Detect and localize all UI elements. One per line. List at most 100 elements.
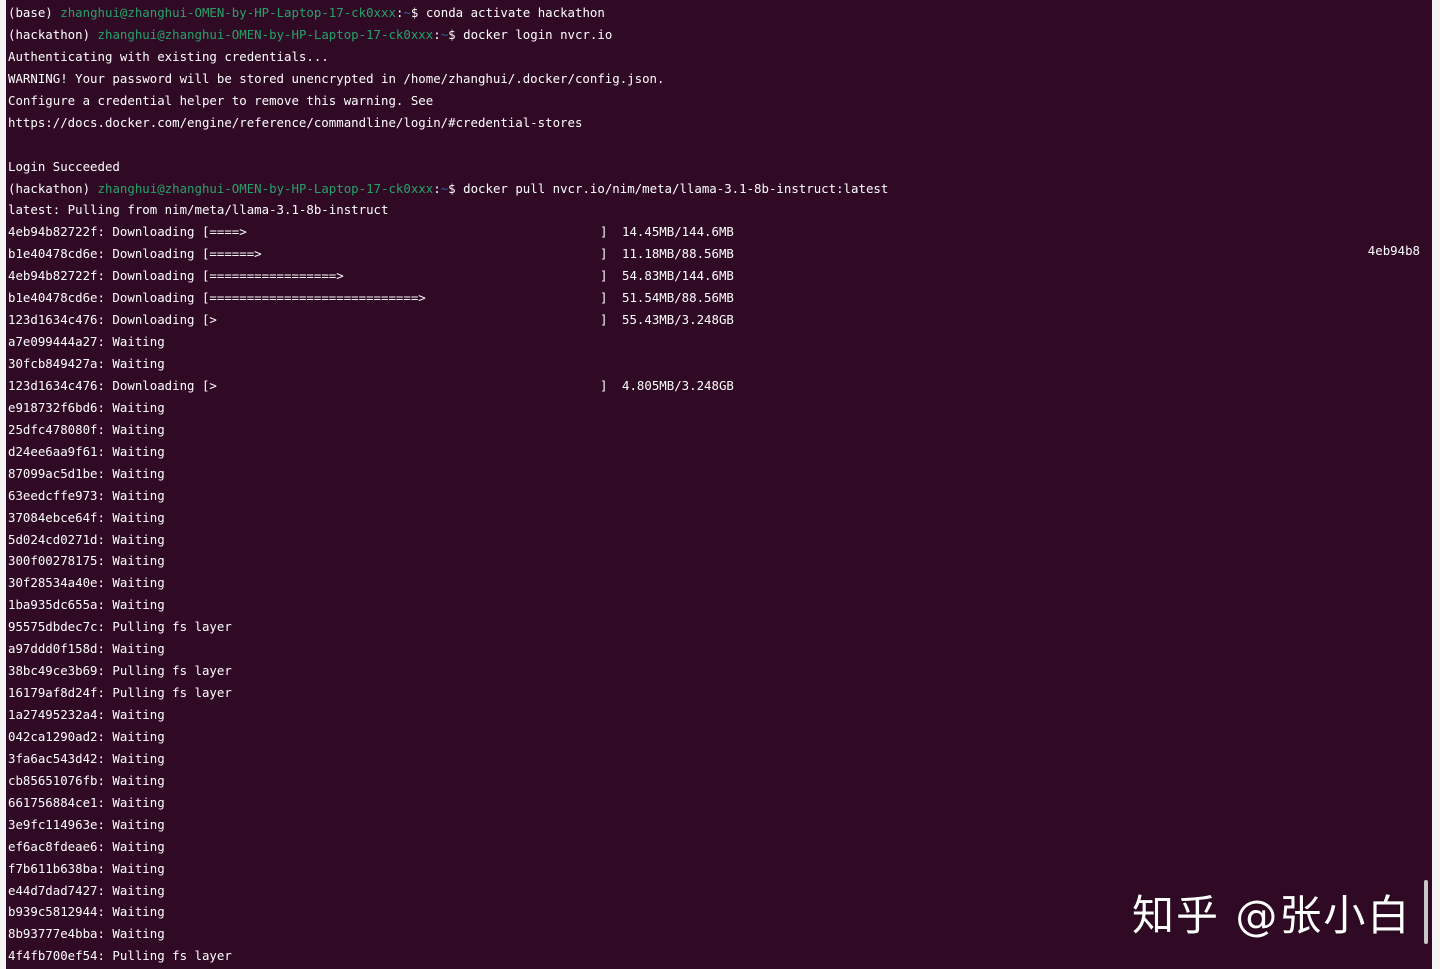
output-text: 25dfc478080f: Waiting: [8, 421, 165, 437]
command-text: conda activate hackathon: [425, 5, 605, 20]
output-text: d24ee6aa9f61: Waiting: [8, 443, 165, 459]
output-line: 3e9fc114963e: Waiting: [8, 814, 888, 836]
download-size: 55.43MB/3.248GB: [622, 312, 734, 328]
user-host: zhanghui@zhanghui-OMEN-by-HP-Laptop-17-c…: [60, 5, 396, 20]
watermark: 知乎 @张小白: [1132, 891, 1412, 940]
output-text: f7b611b638ba: Waiting: [8, 860, 165, 876]
command-text: docker pull nvcr.io/nim/meta/llama-3.1-8…: [463, 180, 889, 196]
output-text: 38bc49ce3b69: Pulling fs layer: [8, 663, 232, 679]
output-text: e918732f6bd6: Waiting: [8, 399, 165, 415]
layer-status: 123d1634c476: Downloading [: [8, 377, 210, 393]
progress-line: b1e40478cd6e: Downloading [======>] 11.18…: [8, 243, 888, 265]
output-text: 30f28534a40e: Waiting: [8, 575, 165, 591]
progress-bar-end: ]: [600, 246, 608, 262]
output-line: 25dfc478080f: Waiting: [8, 419, 888, 441]
output-line: 8b93777e4bba: Waiting: [8, 923, 888, 945]
progress-bar-fill: ======>: [209, 246, 262, 262]
output-line: 63eedcffe973: Waiting: [8, 485, 888, 507]
terminal-lines: (base) zhanghui@zhanghui-OMEN-by-HP-Lapt…: [8, 2, 888, 967]
user-host: zhanghui@zhanghui-OMEN-by-HP-Laptop-17-c…: [97, 26, 434, 42]
layer-status: b1e40478cd6e: Downloading [: [8, 246, 210, 262]
output-text: Authenticating with existing credentials…: [8, 48, 329, 64]
cwd: ~: [403, 5, 411, 20]
output-line: 37084ebce64f: Waiting: [8, 507, 888, 529]
output-line: f7b611b638ba: Waiting: [8, 858, 888, 880]
output-line: 38bc49ce3b69: Pulling fs layer: [8, 660, 888, 682]
output-line: 16179af8d24f: Pulling fs layer: [8, 682, 888, 704]
prompt-symbol: $: [410, 5, 419, 20]
output-text: a97ddd0f158d: Waiting: [8, 641, 165, 657]
output-line: https://docs.docker.com/engine/reference…: [8, 112, 888, 134]
output-text: a7e099444a27: Waiting: [8, 334, 165, 350]
conda-env: (hackathon): [8, 26, 91, 42]
output-text: cb85651076fb: Waiting: [8, 772, 165, 788]
output-text: 3fa6ac543d42: Waiting: [8, 750, 165, 766]
download-size: 11.18MB/88.56MB: [622, 246, 734, 262]
prompt-symbol: $: [448, 26, 456, 42]
terminal-output[interactable]: (base) zhanghui@zhanghui-OMEN-by-HP-Lapt…: [6, 0, 1432, 969]
progress-bar-fill: =================>: [209, 268, 344, 284]
download-size: 14.45MB/144.6MB: [622, 224, 734, 240]
output-line: cb85651076fb: Waiting: [8, 770, 888, 792]
progress-bar-end: ]: [600, 268, 608, 284]
output-text: Configure a credential helper to remove …: [8, 92, 434, 108]
output-line: 30f28534a40e: Waiting: [8, 572, 888, 594]
output-text: 87099ac5d1be: Waiting: [8, 465, 165, 481]
output-text: 95575dbdec7c: Pulling fs layer: [8, 619, 232, 635]
output-line: e918732f6bd6: Waiting: [8, 397, 888, 419]
output-text: 4f4fb700ef54: Pulling fs layer: [8, 948, 232, 964]
output-text: 8b93777e4bba: Waiting: [8, 926, 165, 942]
output-line: 95575dbdec7c: Pulling fs layer: [8, 616, 888, 638]
output-line: [8, 134, 888, 156]
output-text: b939c5812944: Waiting: [8, 904, 165, 920]
output-line: ef6ac8fdeae6: Waiting: [8, 836, 888, 858]
progress-bar-fill: >: [209, 312, 217, 328]
output-line: 1a27495232a4: Waiting: [8, 704, 888, 726]
progress-bar-fill: ============================>: [209, 290, 426, 306]
progress-bar-end: ]: [600, 377, 608, 393]
conda-env: (hackathon): [8, 180, 91, 196]
output-line: 661756884ce1: Waiting: [8, 792, 888, 814]
output-text: 1ba935dc655a: Waiting: [8, 597, 165, 613]
output-text: 661756884ce1: Waiting: [8, 794, 165, 810]
progress-bar-fill: ====>: [209, 224, 247, 240]
progress-line: 123d1634c476: Downloading [>] 55.43MB/3.2…: [8, 309, 888, 331]
output-line: a7e099444a27: Waiting: [8, 331, 888, 353]
scrollbar-thumb[interactable]: [1424, 880, 1428, 944]
layer-status: 4eb94b82722f: Downloading [: [8, 224, 210, 240]
output-text: https://docs.docker.com/engine/reference…: [8, 114, 583, 130]
output-text: 30fcb849427a: Waiting: [8, 356, 165, 371]
progress-bar-end: ]: [600, 312, 608, 328]
output-text: 3e9fc114963e: Waiting: [8, 816, 165, 832]
output-line: 87099ac5d1be: Waiting: [8, 463, 888, 485]
output-line: d24ee6aa9f61: Waiting: [8, 441, 888, 463]
output-text: ef6ac8fdeae6: Waiting: [8, 838, 165, 854]
output-line: b939c5812944: Waiting: [8, 901, 888, 923]
progress-bar-end: ]: [600, 224, 608, 240]
output-text: 300f00278175: Waiting: [8, 553, 165, 569]
prompt-line: (hackathon) zhanghui@zhanghui-OMEN-by-HP…: [8, 26, 613, 42]
output-line: WARNING! Your password will be stored un…: [8, 68, 888, 90]
progress-bar-fill: >: [209, 377, 217, 393]
output-text: 16179af8d24f: Pulling fs layer: [8, 685, 232, 701]
download-size: 51.54MB/88.56MB: [622, 290, 734, 306]
prompt-line: (base) zhanghui@zhanghui-OMEN-by-HP-Lapt…: [8, 5, 605, 20]
output-line: Authenticating with existing credentials…: [8, 46, 888, 68]
output-line: Login Succeeded: [8, 156, 888, 178]
output-line: e44d7dad7427: Waiting: [8, 880, 888, 902]
output-text: e44d7dad7427: Waiting: [8, 882, 165, 898]
command-text: docker login nvcr.io: [463, 26, 613, 42]
output-line: 300f00278175: Waiting: [8, 550, 888, 572]
progress-bar-end: ]: [600, 290, 608, 306]
output-text: 37084ebce64f: Waiting: [8, 509, 165, 525]
layer-status: b1e40478cd6e: Downloading [: [8, 290, 210, 306]
output-text: 1a27495232a4: Waiting: [8, 707, 165, 722]
download-size: 54.83MB/144.6MB: [622, 268, 734, 284]
output-line: 5d024cd0271d: Waiting: [8, 529, 888, 551]
output-text: 63eedcffe973: Waiting: [8, 487, 165, 503]
progress-line: 4eb94b82722f: Downloading [=============…: [8, 265, 888, 287]
terminal-window: (base) zhanghui@zhanghui-OMEN-by-HP-Lapt…: [0, 0, 1440, 969]
layer-status: 4eb94b82722f: Downloading [: [8, 268, 210, 284]
prompt-line: (hackathon) zhanghui@zhanghui-OMEN-by-HP…: [8, 180, 889, 196]
overflow-layer-id: 4eb94b8: [1367, 243, 1420, 258]
